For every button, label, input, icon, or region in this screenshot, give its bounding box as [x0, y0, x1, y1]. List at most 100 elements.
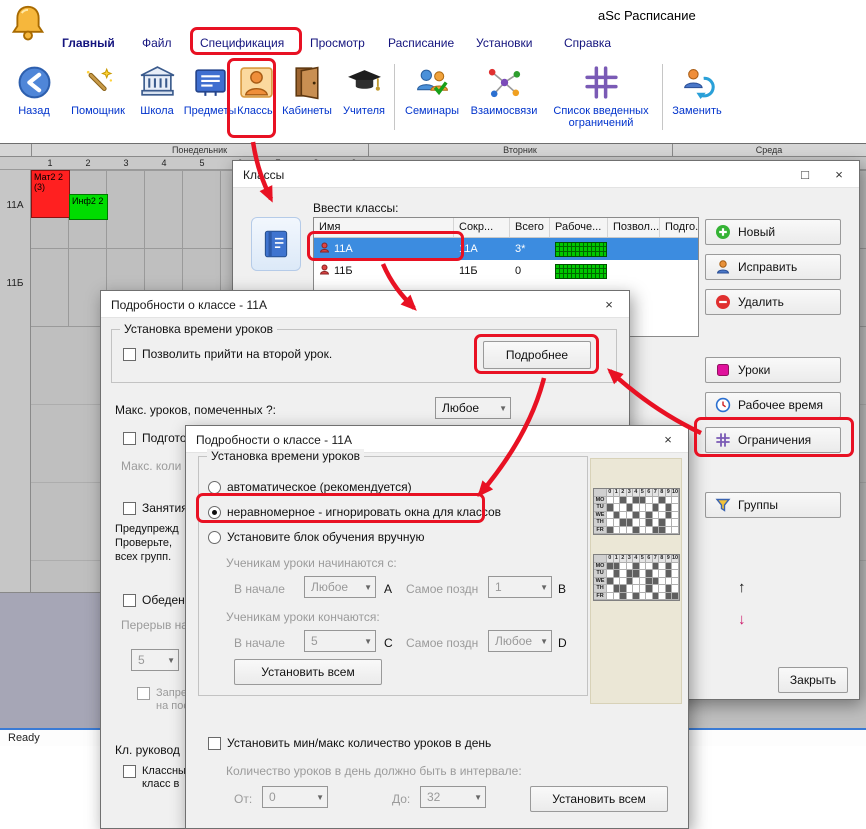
toolbar-button-constraints-list[interactable]: Список введенных ограничений: [546, 62, 656, 130]
more-details-button[interactable]: Подробнее: [483, 341, 591, 369]
plus-icon: [715, 224, 731, 240]
start-to-combo[interactable]: 1: [488, 576, 552, 598]
toolbar-button-subjects[interactable]: Предметы: [182, 62, 238, 117]
lesson-card-math[interactable]: Мат2 2 (3): [31, 170, 70, 218]
classes-list-label: Ввести классы:: [313, 201, 398, 215]
letter-b: B: [558, 582, 566, 596]
menu-item-help[interactable]: Справка: [564, 36, 611, 50]
column-header-allow[interactable]: Позвол...: [608, 218, 660, 237]
class-row-11b[interactable]: 11Б 11Б 0: [314, 260, 698, 282]
toolbar-button-back[interactable]: Назад: [8, 62, 60, 117]
day-separator: [368, 144, 369, 157]
max-count-label: Макс. коли: [121, 459, 181, 473]
end-from-combo[interactable]: 5: [304, 630, 376, 652]
toolbar-button-assistant[interactable]: Помощник: [64, 62, 132, 117]
min-lessons-combo[interactable]: 0: [262, 786, 328, 808]
constraints-button-label: Ограничения: [738, 433, 811, 447]
details-back-titlebar[interactable]: Подробности о классе - 11А ×: [101, 291, 629, 318]
worktime-button[interactable]: Рабочее время: [705, 392, 841, 418]
lessons-button[interactable]: Уроки: [705, 357, 841, 383]
break-combo[interactable]: 5: [131, 649, 179, 671]
groups-button[interactable]: Группы: [705, 492, 841, 518]
classroom-label: Классны класс в: [142, 765, 186, 791]
column-header-name[interactable]: Имя: [314, 218, 454, 237]
note-line: всех групп.: [115, 551, 171, 563]
apply-all-button[interactable]: Установить всем: [234, 659, 382, 685]
end-to-combo[interactable]: Любое: [488, 630, 552, 652]
break-label: Перерыв на: [121, 618, 188, 632]
radio-manual[interactable]: [208, 531, 221, 544]
max-lessons-combo[interactable]: 32: [420, 786, 486, 808]
radio-auto[interactable]: [208, 481, 221, 494]
delete-button[interactable]: Удалить: [705, 289, 841, 315]
menu-item-timetable[interactable]: Расписание: [388, 36, 454, 50]
allow-second-lesson-checkbox[interactable]: [123, 348, 136, 361]
activities-label: Занятия: [142, 501, 188, 515]
details-front-title: Подробности о классе - 11А: [196, 433, 352, 447]
constraints-button[interactable]: Ограничения: [705, 427, 841, 453]
class-abbr: 11А: [454, 238, 510, 260]
classroom-row: Классны класс в: [123, 765, 186, 791]
close-button[interactable]: ×: [595, 291, 623, 318]
menu-item-main[interactable]: Главный: [62, 36, 115, 50]
class-row-11a[interactable]: 11А 11А 3*: [314, 238, 698, 260]
column-header-prep[interactable]: Подго...: [660, 218, 699, 237]
prep-checkbox[interactable]: [123, 432, 136, 445]
radio-manual-label: Установите блок обучения вручную: [227, 530, 425, 544]
maximize-button[interactable]: □: [791, 161, 819, 188]
latest-label: Самое поздн: [406, 582, 478, 596]
new-button-label: Новый: [738, 225, 775, 239]
toolbar-label-assistant: Помощник: [64, 105, 132, 117]
activities-checkbox[interactable]: [123, 502, 136, 515]
toolbar-button-relations[interactable]: Взаимосвязи: [466, 62, 542, 117]
lesson-card-informatics[interactable]: Инф2 2: [69, 194, 108, 220]
move-down-arrow[interactable]: ↓: [738, 611, 746, 628]
lesson-room: (3): [34, 182, 67, 192]
minmax-checkbox[interactable]: [208, 737, 221, 750]
row-label-11a: 11А: [0, 200, 30, 211]
period-number: 1: [31, 158, 69, 168]
close-button[interactable]: ×: [825, 161, 853, 188]
apply-all-button-2[interactable]: Установить всем: [530, 786, 668, 812]
classroom-checkbox[interactable]: [123, 765, 136, 778]
column-header-abbr[interactable]: Сокр...: [454, 218, 510, 237]
classroom-label-line1: Классны: [142, 765, 186, 778]
new-button[interactable]: Новый: [705, 219, 841, 245]
period-number: 2: [69, 158, 107, 168]
letter-d: D: [558, 636, 567, 650]
close-button[interactable]: ×: [654, 426, 682, 453]
magic-wand-icon: [64, 62, 132, 104]
toolbar-label-rooms: Кабинеты: [278, 105, 336, 117]
toolbar-button-teachers[interactable]: Учителя: [338, 62, 390, 117]
column-header-worktime[interactable]: Рабоче...: [550, 218, 608, 237]
radio-uneven[interactable]: [208, 506, 221, 519]
start-from-combo[interactable]: Любое: [304, 576, 376, 598]
toolbar-button-seminars[interactable]: Семинары: [400, 62, 464, 117]
menu-item-specification[interactable]: Спецификация: [200, 36, 284, 50]
letter-c: C: [384, 636, 393, 650]
window-title: aSc Расписание: [598, 8, 696, 23]
close-dialog-button[interactable]: Закрыть: [778, 667, 848, 693]
classes-dialog-titlebar[interactable]: Классы □ ×: [233, 161, 859, 188]
period-number: 3: [107, 158, 145, 168]
menu-item-view[interactable]: Просмотр: [310, 36, 365, 50]
worktime-grid: [555, 264, 607, 279]
max-marked-combo[interactable]: Любое: [435, 397, 511, 419]
toolbar-label-constraints-list: Список введенных ограничений: [546, 105, 656, 130]
lesson-subject: Инф2 2: [72, 196, 105, 206]
day-separator: [672, 144, 673, 157]
menu-item-settings[interactable]: Установки: [476, 36, 532, 50]
toolbar-button-replace[interactable]: Заменить: [668, 62, 726, 117]
toolbar-button-rooms[interactable]: Кабинеты: [278, 62, 336, 117]
menu-item-file[interactable]: Файл: [142, 36, 172, 50]
edit-button[interactable]: Исправить: [705, 254, 841, 280]
column-header-total[interactable]: Всего: [510, 218, 550, 237]
toolbar-button-classes[interactable]: Классы: [236, 62, 276, 117]
class-teacher-label: Кл. руковод: [115, 743, 180, 757]
lessons-icon: [715, 362, 731, 378]
toolbar-button-school[interactable]: Школа: [134, 62, 180, 117]
forbid-checkbox[interactable]: [137, 687, 150, 700]
lunch-checkbox[interactable]: [123, 594, 136, 607]
toolbar-label-replace: Заменить: [668, 105, 726, 117]
move-up-arrow[interactable]: ↑: [738, 579, 746, 596]
